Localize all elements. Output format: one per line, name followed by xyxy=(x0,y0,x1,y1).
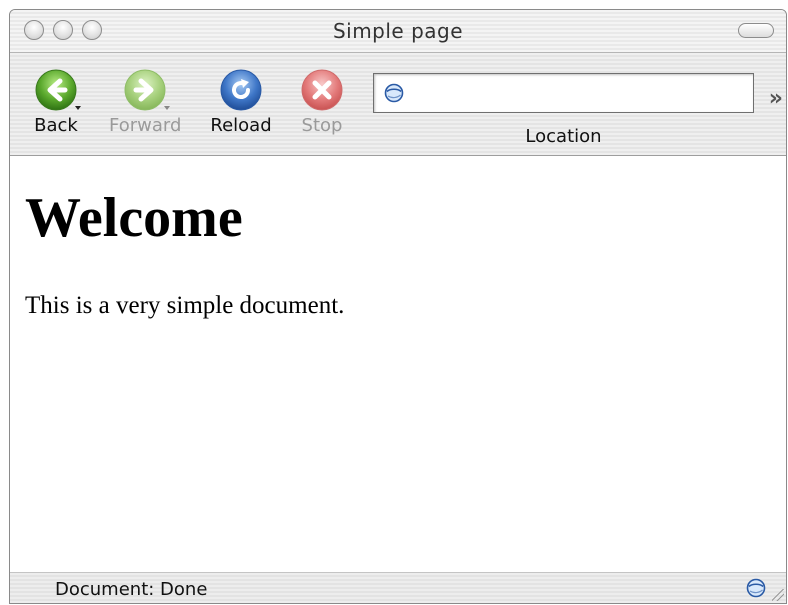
page-paragraph: This is a very simple document. xyxy=(25,292,345,319)
page-content: Welcome This is a very simple document. xyxy=(10,156,786,573)
forward-label: Forward xyxy=(109,115,182,136)
location-input[interactable] xyxy=(412,78,746,108)
location-field[interactable] xyxy=(373,73,754,113)
toolbar: Back Forward Reload Stop Location » xyxy=(10,53,786,156)
location-group: Location xyxy=(373,73,754,147)
arrow-right-icon xyxy=(123,68,170,112)
browser-window: Simple page Back Forward Reload Stop Loc… xyxy=(9,9,787,604)
arrow-left-icon xyxy=(34,68,81,112)
location-label: Location xyxy=(525,126,602,147)
toolbar-toggle-button[interactable] xyxy=(738,23,774,38)
reload-icon xyxy=(219,68,263,112)
title-bar[interactable]: Simple page xyxy=(10,10,786,53)
window-title: Simple page xyxy=(332,19,464,43)
globe-icon xyxy=(746,578,766,602)
toolbar-overflow-chevron-icon[interactable]: » xyxy=(769,86,783,111)
globe-icon xyxy=(384,83,404,107)
resize-grip-icon[interactable] xyxy=(772,589,784,601)
status-text: Document: Done xyxy=(55,579,208,600)
page-heading: Welcome xyxy=(25,187,243,249)
dropdown-arrow-icon[interactable] xyxy=(75,106,81,110)
back-label: Back xyxy=(34,115,78,136)
back-button[interactable]: Back xyxy=(20,68,92,136)
reload-label: Reload xyxy=(210,115,272,136)
stop-x-icon xyxy=(300,68,344,112)
dropdown-arrow-icon[interactable] xyxy=(164,106,170,110)
stop-button[interactable]: Stop xyxy=(286,68,358,136)
forward-button[interactable]: Forward xyxy=(109,68,181,136)
reload-button[interactable]: Reload xyxy=(205,68,277,136)
stop-label: Stop xyxy=(301,115,343,136)
status-bar: Document: Done xyxy=(10,572,786,603)
